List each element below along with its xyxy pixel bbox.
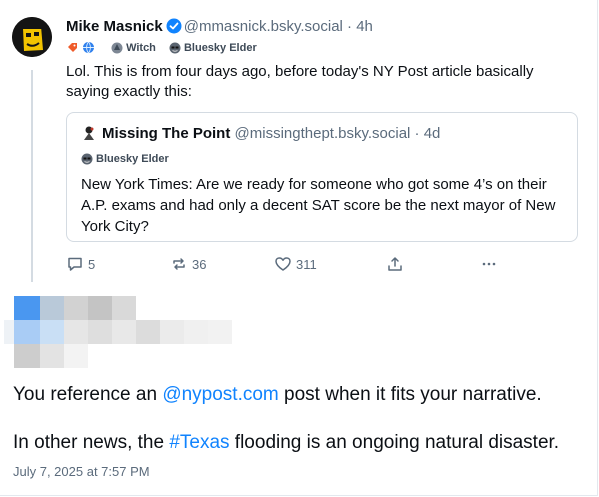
globe-icon xyxy=(83,41,94,54)
author-handle[interactable]: @mmasnick.bsky.social xyxy=(184,18,343,35)
reply-line-1: You reference an @nypost.com post when i… xyxy=(13,383,588,407)
thread-line xyxy=(31,70,33,282)
verified-icon xyxy=(166,18,182,40)
repost-count: 36 xyxy=(192,256,207,272)
quote-time[interactable]: · 4d xyxy=(415,125,441,142)
quote-elder-badge[interactable]: Bluesky Elder xyxy=(81,152,169,166)
reply-icon xyxy=(68,257,82,271)
action-bar: 5 36 311 xyxy=(66,255,506,277)
quote-text: New York Times: Are we ready for someone… xyxy=(81,176,556,235)
reply-line-2-text: In other news, the xyxy=(13,432,170,453)
like-button[interactable]: 311 xyxy=(274,255,317,273)
share-button[interactable] xyxy=(386,255,408,273)
elder-icon xyxy=(81,153,93,165)
reply-button[interactable]: 5 xyxy=(66,255,95,273)
reply-line-2-rest: flooding is an ongoing natural disaster. xyxy=(229,432,560,453)
post-text: Lol. This is from four days ago, before … xyxy=(66,63,534,100)
post-header: Mike Masnick @mmasnick.bsky.social · 4h xyxy=(66,17,373,40)
elder-icon xyxy=(169,42,181,54)
quote-header: Missing The Point @missingthept.bsky.soc… xyxy=(81,124,440,147)
reply-count: 5 xyxy=(88,256,96,272)
hashtag-link[interactable]: #Texas xyxy=(169,432,229,453)
share-icon xyxy=(388,257,402,271)
witch-badge[interactable]: Witch xyxy=(111,41,156,55)
witch-icon xyxy=(111,42,123,54)
emoji-badge[interactable] xyxy=(66,41,98,54)
badge-row: Witch Bluesky Elder xyxy=(66,41,267,58)
reply-timestamp[interactable]: July 7, 2025 at 7:57 PM xyxy=(13,464,150,480)
reply-line-1-text: You reference an xyxy=(13,384,163,405)
quote-author-name[interactable]: Missing The Point xyxy=(102,125,230,142)
more-button[interactable] xyxy=(480,255,502,273)
reply-line-2: In other news, the #Texas flooding is an… xyxy=(13,431,588,455)
elder-badge-label: Bluesky Elder xyxy=(183,42,257,54)
reply-line-1-rest: post when it fits your narrative. xyxy=(278,384,542,405)
like-count: 311 xyxy=(296,256,317,272)
witch-badge-label: Witch xyxy=(126,42,156,54)
more-icon xyxy=(482,262,496,266)
post-time[interactable]: · 4h xyxy=(347,18,373,35)
mention-link[interactable]: @nypost.com xyxy=(162,384,278,405)
quote-avatar[interactable] xyxy=(81,125,97,147)
elder-badge[interactable]: Bluesky Elder xyxy=(169,41,257,55)
quoted-post[interactable]: Missing The Point @missingthept.bsky.soc… xyxy=(66,112,578,242)
quote-badge-label: Bluesky Elder xyxy=(96,153,169,165)
like-icon xyxy=(275,257,291,271)
repost-button[interactable]: 36 xyxy=(170,255,206,273)
quote-author-handle[interactable]: @missingthept.bsky.social xyxy=(235,125,411,142)
avatar[interactable] xyxy=(12,17,52,57)
emoji-icon xyxy=(68,43,77,52)
author-name[interactable]: Mike Masnick xyxy=(66,18,163,35)
repost-icon xyxy=(173,258,185,270)
